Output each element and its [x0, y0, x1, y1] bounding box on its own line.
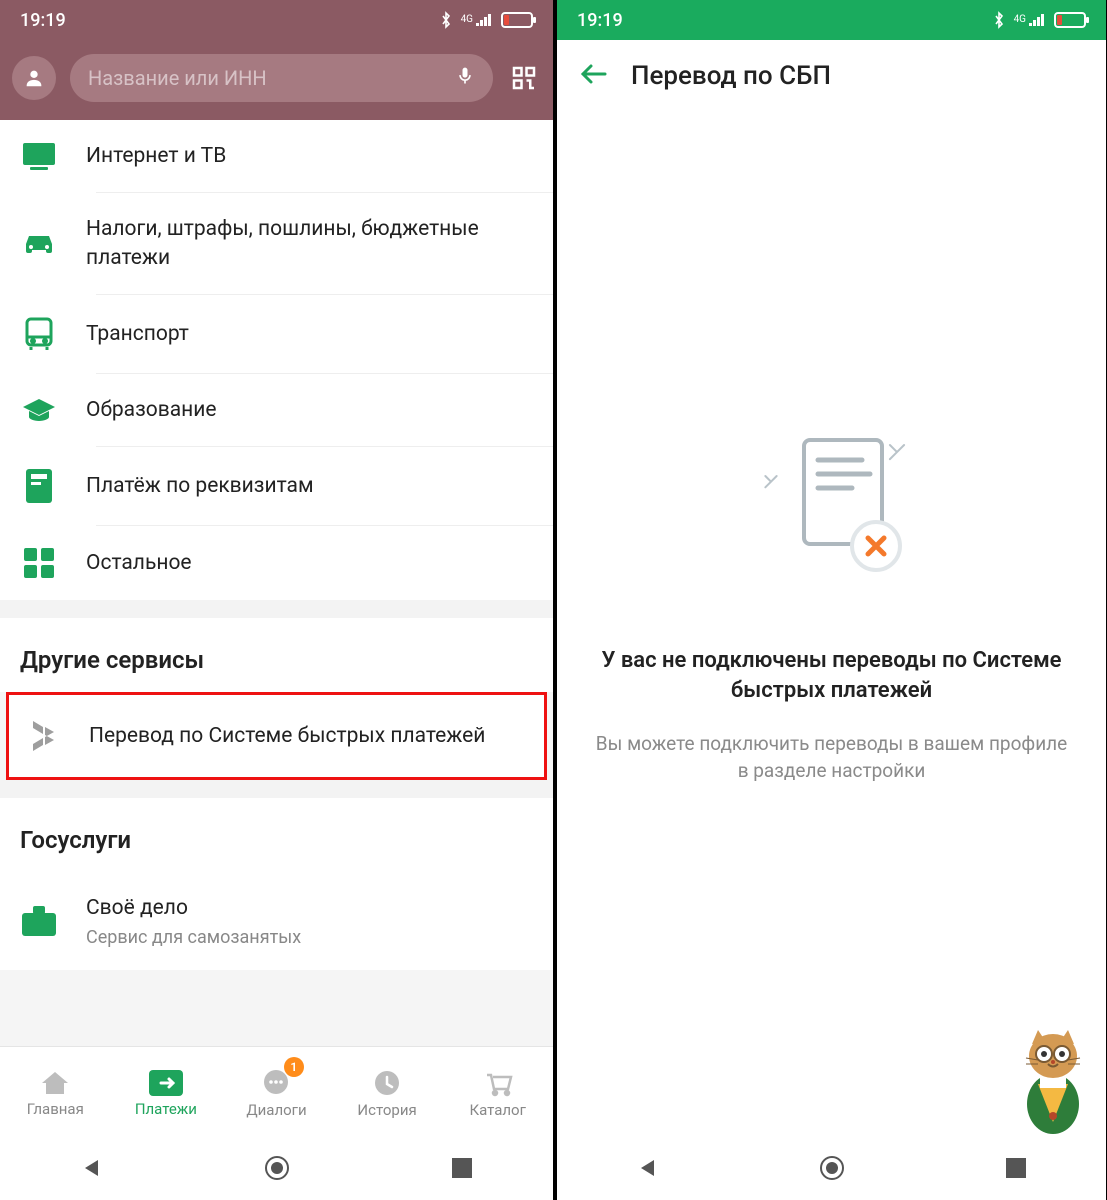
search-placeholder: Название или ИНН: [88, 66, 443, 90]
nav-payments-label: Платежи: [135, 1100, 197, 1118]
nav-dialogs-badge: 1: [284, 1057, 304, 1077]
cat-mascot-icon: [1008, 1026, 1098, 1140]
grid-icon: [20, 548, 58, 578]
sys-recents-button[interactable]: [1006, 1158, 1026, 1182]
signal-4g-icon: 4G: [1014, 13, 1046, 27]
battery-icon: [501, 12, 533, 28]
nav-dialogs-label: Диалоги: [246, 1101, 306, 1119]
gos-item-subtitle: Сервис для самозанятых: [86, 927, 533, 948]
nav-history-label: История: [357, 1101, 416, 1119]
sbp-transfer-item[interactable]: Перевод по Системе быстрых платежей: [9, 695, 544, 777]
car-icon: [20, 232, 58, 256]
nav-catalog-label: Каталог: [469, 1101, 525, 1119]
sys-home-button[interactable]: [264, 1155, 290, 1185]
gos-svoe-delo-item[interactable]: Своё дело Сервис для самозанятых: [0, 872, 553, 969]
system-nav: [557, 1140, 1106, 1200]
signal-4g-icon: 4G: [461, 13, 493, 27]
mic-icon[interactable]: [455, 63, 475, 93]
nav-dialogs[interactable]: 1 Диалоги: [221, 1047, 332, 1140]
bluetooth-icon: [439, 11, 453, 29]
grad-icon: [20, 397, 58, 423]
bus-icon: [20, 317, 58, 351]
nav-home[interactable]: Главная: [0, 1047, 111, 1140]
page-title: Перевод по СБП: [631, 61, 831, 91]
category-label: Налоги, штрафы, пошлины, бюджетные плате…: [86, 215, 533, 272]
status-bar: 19:19 4G: [557, 0, 1106, 40]
sys-back-button[interactable]: [637, 1157, 659, 1183]
qr-scan-button[interactable]: [507, 61, 541, 95]
category-other[interactable]: Остальное: [0, 526, 553, 600]
category-label: Остальное: [86, 549, 533, 577]
nav-history[interactable]: История: [332, 1047, 443, 1140]
page-header: Перевод по СБП: [557, 40, 1106, 112]
briefcase-icon: [20, 906, 58, 936]
phone-left: 19:19 4G Название или ИНН: [0, 0, 553, 1200]
sys-back-button[interactable]: [81, 1157, 103, 1183]
sbp-highlight-box: Перевод по Системе быстрых платежей: [6, 692, 547, 780]
category-label: Платёж по реквизитам: [86, 472, 533, 500]
nav-catalog[interactable]: Каталог: [442, 1047, 553, 1140]
section-other-services: Другие сервисы: [0, 618, 553, 692]
section-gosuslugi: Госуслуги: [0, 798, 553, 872]
sys-home-button[interactable]: [819, 1155, 845, 1185]
system-nav: [0, 1140, 553, 1200]
category-label: Интернет и ТВ: [86, 142, 533, 170]
document-error-illustration: [742, 432, 922, 596]
category-education[interactable]: Образование: [0, 374, 553, 446]
search-area: Название или ИНН: [0, 40, 553, 120]
empty-state-subline: Вы можете подключить переводы в вашем пр…: [591, 731, 1072, 784]
category-label: Образование: [86, 396, 533, 424]
sys-recents-button[interactable]: [452, 1158, 472, 1182]
category-transport[interactable]: Транспорт: [0, 295, 553, 373]
bluetooth-icon: [992, 11, 1006, 29]
status-bar: 19:19 4G: [0, 0, 553, 40]
back-button[interactable]: [579, 62, 607, 90]
status-time: 19:19: [577, 10, 623, 31]
req-icon: [20, 469, 58, 503]
status-time: 19:19: [20, 10, 66, 31]
nav-payments[interactable]: Платежи: [111, 1047, 222, 1140]
profile-button[interactable]: [12, 56, 56, 100]
empty-state: У вас не подключены переводы по Системе …: [557, 112, 1106, 1140]
category-list: Интернет и ТВ Налоги, штрафы, пошлины, б…: [0, 120, 553, 1046]
phone-right: 19:19 4G Перевод по СБП: [553, 0, 1106, 1200]
category-label: Транспорт: [86, 320, 533, 348]
category-taxes[interactable]: Налоги, штрафы, пошлины, бюджетные плате…: [0, 193, 553, 294]
battery-icon: [1054, 12, 1086, 28]
nav-home-label: Главная: [27, 1100, 84, 1118]
sbp-icon: [23, 717, 61, 755]
bottom-nav: Главная Платежи 1 Диалоги История Катало…: [0, 1046, 553, 1140]
search-input[interactable]: Название или ИНН: [70, 54, 493, 102]
sbp-item-label: Перевод по Системе быстрых платежей: [89, 722, 530, 750]
category-internet-tv[interactable]: Интернет и ТВ: [0, 120, 553, 192]
category-requisites[interactable]: Платёж по реквизитам: [0, 447, 553, 525]
gos-item-title: Своё дело: [86, 894, 533, 922]
tv-icon: [20, 142, 58, 170]
empty-state-headline: У вас не подключены переводы по Системе …: [591, 646, 1072, 705]
